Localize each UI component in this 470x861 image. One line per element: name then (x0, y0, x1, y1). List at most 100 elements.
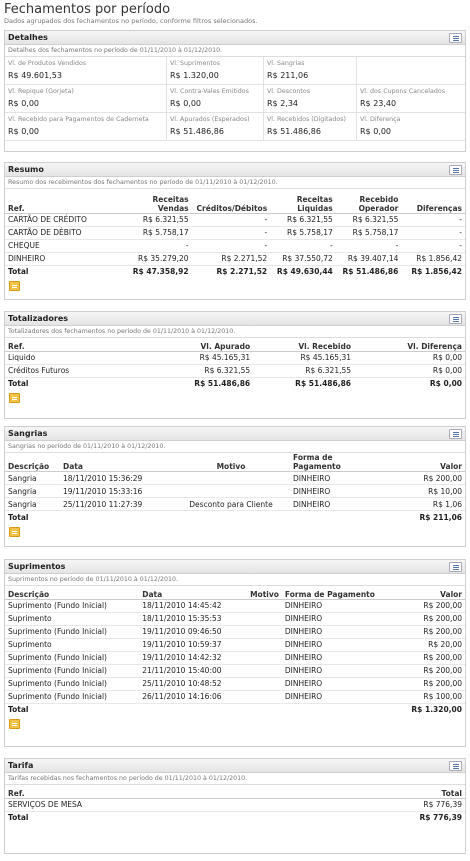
detail-field: Vl. Sangrias R$ 211,06 (264, 57, 357, 85)
table-row: Suprimento 19/11/2010 10:59:37 DINHEIRO R$ … (5, 638, 465, 652)
table-cell: Sangria (5, 484, 60, 498)
table-cell: - (401, 226, 465, 240)
detail-value: R$ 0,00 (8, 127, 40, 136)
table-cell: R$ 776,39 (245, 798, 465, 812)
table-cell: 21/11/2010 15:40:00 (139, 664, 225, 678)
column-header: Descrição (5, 586, 140, 600)
column-header: Receitas Vendas (128, 189, 192, 214)
table-cell: 19/11/2010 14:42:32 (139, 651, 225, 665)
detail-field: Vl. Recebido para Pagamentos de Cadernet… (5, 113, 167, 141)
table-cell: DINHEIRO (281, 599, 391, 613)
table-cell: DINHEIRO (281, 638, 391, 652)
column-header: Ref. (5, 189, 129, 214)
column-header: Motivo (172, 453, 290, 472)
list-menu-icon[interactable] (449, 165, 462, 175)
export-document-icon[interactable] (9, 281, 20, 291)
tarifa-table: Ref. Total SERVIÇOS DE MESA R$ 776,39 Total… (5, 785, 465, 824)
detail-field: Vl. dos Cupons Cancelados R$ 23,40 (357, 85, 465, 113)
table-cell: Desconto para Cliente (172, 497, 290, 511)
detail-field: Vl. Suprimentos R$ 1.320,00 (167, 57, 264, 85)
list-menu-icon[interactable] (449, 33, 462, 43)
total-value: R$ 211,06 (419, 512, 462, 522)
table-cell: Sangria (5, 497, 60, 511)
total-cell: R$ 49.630,44 (276, 267, 333, 277)
table-row: DINHEIRO R$ 35.279,20 R$ 2.271,52 R$ 37.550… (5, 252, 465, 266)
total-row: Total R$ 211,06 (5, 511, 465, 524)
panel-sangrias: Sangrias Sangrias no período de 01/11/20… (4, 426, 466, 547)
detail-field (357, 57, 465, 85)
table-cell: 25/11/2010 10:48:52 (139, 677, 225, 691)
total-cell: Total (8, 267, 29, 277)
detail-field: Vl. Contra-Vales Emitidos R$ 0,00 (167, 85, 264, 113)
list-menu-icon[interactable] (449, 429, 462, 439)
total-cell: R$ 0,00 (429, 379, 462, 389)
details-grid: Vl. de Produtos Vendidos R$ 49.601,53 Vl. … (5, 57, 465, 141)
table-row: Sangria 25/11/2010 11:27:39 Desconto para … (5, 497, 465, 511)
list-menu-icon[interactable] (449, 562, 462, 572)
table-cell: R$ 0,00 (354, 364, 465, 378)
table-cell: - (335, 239, 402, 253)
panel-description: Detalhes dos fechamentos no período de 0… (8, 47, 223, 54)
detail-label: Vl. Recebidos (Digitados) (267, 116, 346, 123)
detail-field: Vl. Recebidos (Digitados) R$ 51.486,86 (264, 113, 357, 141)
table-cell: - (401, 239, 465, 253)
table-cell: 25/11/2010 11:27:39 (60, 497, 172, 511)
panel-description: Totalizadores dos fechamentos no período… (8, 328, 236, 335)
total-row: Total R$ 1.320,00 (5, 703, 465, 716)
table-cell: 18/11/2010 15:36:29 (60, 471, 172, 485)
table-cell: R$ 200,00 (390, 677, 465, 691)
table-cell: DINHEIRO (290, 471, 370, 485)
panel-header: Detalhes (5, 31, 465, 45)
detail-value: R$ 2,34 (267, 99, 299, 108)
column-header: Forma de Pagamento (281, 586, 391, 600)
total-cell: R$ 2.271,52 (216, 267, 268, 277)
table-cell: R$ 5.758,17 (128, 226, 192, 240)
page-title: Fechamentos por período (4, 2, 171, 17)
panel-tarifa: Tarifa Tarifas recebidas nos fechamentos… (4, 758, 466, 854)
column-header: Forma de Pagamento (290, 453, 370, 472)
panel-header: Resumo (5, 163, 465, 177)
column-header: Créditos/Débitos (191, 189, 271, 214)
table-row: Suprimento (Fundo Inicial) 21/11/2010 15:… (5, 664, 465, 678)
column-header: Motivo (224, 586, 282, 600)
column-header: Ref. (5, 338, 157, 352)
total-cell: R$ 51.486,86 (295, 379, 352, 389)
table-cell: R$ 6.321,55 (270, 213, 336, 227)
column-header: Valor (370, 453, 465, 472)
export-document-icon[interactable] (9, 526, 20, 537)
table-cell: R$ 39.407,14 (335, 252, 402, 266)
total-cell: R$ 51.486,86 (194, 379, 251, 389)
list-menu-icon[interactable] (449, 314, 462, 324)
table-cell: Suprimento (Fundo Inicial) (5, 599, 140, 613)
total-cell: R$ 776,39 (419, 813, 462, 823)
table-cell: - (191, 213, 271, 227)
table-row: Créditos Futuros R$ 6.321,55 R$ 6.321,55 R$… (5, 364, 465, 378)
table-cell: R$ 6.321,55 (128, 213, 192, 227)
table-cell: R$ 6.321,55 (156, 364, 254, 378)
table-cell: - (191, 226, 271, 240)
total-row: Total R$ 47.358,92 R$ 2.271,52 R$ 49.630,44… (5, 265, 465, 278)
table-row: SERVIÇOS DE MESA R$ 776,39 (5, 798, 465, 812)
table-cell: R$ 1,06 (370, 497, 465, 511)
table-cell: Suprimento (Fundo Inicial) (5, 651, 140, 665)
detail-value: R$ 49.601,53 (8, 71, 62, 80)
column-header: Data (60, 453, 172, 472)
detail-label: Vl. dos Cupons Cancelados (360, 88, 446, 95)
table-cell: DINHEIRO (281, 690, 391, 704)
table-cell: - (128, 239, 192, 253)
total-row: Total R$ 776,39 (5, 811, 465, 824)
table-cell: 26/11/2010 14:16:06 (139, 690, 225, 704)
table-cell: DINHEIRO (290, 484, 370, 498)
list-menu-icon[interactable] (449, 761, 462, 771)
table-cell: R$ 45.165,31 (156, 351, 254, 365)
table-cell: Suprimento (5, 638, 140, 652)
table-cell: Sangria (5, 471, 60, 485)
export-document-icon[interactable] (9, 719, 20, 729)
total-spacer (60, 511, 370, 524)
column-header: Valor (390, 586, 465, 600)
total-label: Total (8, 705, 29, 715)
panel-description: Tarifas recebidas nos fechamentos no per… (8, 775, 248, 782)
export-document-icon[interactable] (9, 393, 20, 403)
table-cell: 19/11/2010 15:33:16 (60, 484, 172, 498)
table-cell (172, 484, 290, 498)
